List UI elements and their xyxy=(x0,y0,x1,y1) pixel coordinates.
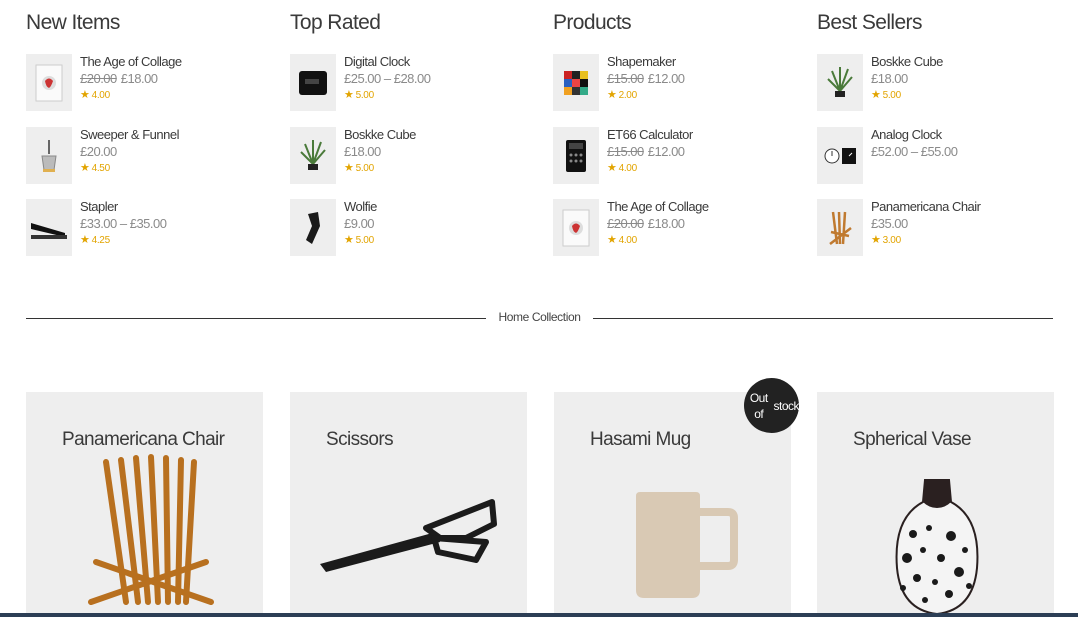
product-rating: ★ 4.25 xyxy=(80,234,110,246)
product-name[interactable]: The Age of Collage xyxy=(80,53,270,70)
widget-title: Products xyxy=(553,11,632,34)
list-item[interactable]: Analog Clock £52.00 – £55.00 xyxy=(817,127,1067,185)
star-icon: ★ xyxy=(344,162,354,174)
chair-icon[interactable] xyxy=(817,199,863,256)
product-name[interactable]: Wolfie xyxy=(344,198,534,215)
product-name[interactable]: Panamericana Chair xyxy=(871,198,1061,215)
widget-title: Top Rated xyxy=(290,11,381,34)
product-rating: ★ 2.00 xyxy=(607,89,637,101)
star-icon: ★ xyxy=(80,234,90,246)
bottom-bar xyxy=(0,613,1078,617)
star-icon: ★ xyxy=(871,234,881,246)
widget-products: Products Shapemaker £15.00 £12.00 ★ 2.00 E… xyxy=(553,8,803,256)
product-name[interactable]: Digital Clock xyxy=(344,53,534,70)
product-price: £20.00 £18.00 xyxy=(607,216,685,231)
list-item[interactable]: Boskke Cube £18.00 ★ 5.00 xyxy=(817,54,1067,112)
product-card-title[interactable]: Scissors xyxy=(326,429,394,451)
stapler-icon[interactable] xyxy=(26,199,72,256)
product-price: £18.00 xyxy=(871,71,908,86)
list-item[interactable]: Stapler £33.00 – £35.00 ★ 4.25 xyxy=(26,199,276,257)
product-card-title[interactable]: Panamericana Chair xyxy=(62,429,225,451)
product-price: £25.00 – £28.00 xyxy=(344,71,431,86)
widget-title: New Items xyxy=(26,11,120,34)
mug-icon xyxy=(636,492,738,598)
product-rating: ★ 4.00 xyxy=(80,89,110,101)
product-rating: ★ 4.50 xyxy=(80,162,110,174)
product-rating: ★ 4.00 xyxy=(607,162,637,174)
product-rating: ★ 5.00 xyxy=(344,162,374,174)
product-price: £52.00 – £55.00 xyxy=(871,144,958,159)
product-name[interactable]: Sweeper & Funnel xyxy=(80,126,270,143)
product-name[interactable]: Shapemaker xyxy=(607,53,797,70)
product-rating: ★ 5.00 xyxy=(344,234,374,246)
list-item[interactable]: Boskke Cube £18.00 ★ 5.00 xyxy=(290,127,540,185)
product-rating: ★ 5.00 xyxy=(344,89,374,101)
product-price: £35.00 xyxy=(871,216,908,231)
funnel-icon[interactable] xyxy=(26,127,72,184)
list-item[interactable]: The Age of Collage £20.00 £18.00 ★ 4.00 xyxy=(553,199,803,257)
product-name[interactable]: Boskke Cube xyxy=(871,53,1061,70)
plant-cube-icon[interactable] xyxy=(817,54,863,111)
star-icon: ★ xyxy=(607,234,617,246)
widget-best-sellers: Best Sellers Boskke Cube £18.00 ★ 5.00 An… xyxy=(817,8,1067,256)
product-price: £9.00 xyxy=(344,216,375,231)
calculator-icon[interactable] xyxy=(553,127,599,184)
product-card[interactable]: Scissors xyxy=(290,392,527,617)
vase-icon xyxy=(895,479,979,616)
list-item[interactable]: Digital Clock £25.00 – £28.00 ★ 5.00 xyxy=(290,54,540,112)
star-icon: ★ xyxy=(80,162,90,174)
star-icon: ★ xyxy=(344,234,354,246)
star-icon: ★ xyxy=(80,89,90,101)
product-name[interactable]: The Age of Collage xyxy=(607,198,797,215)
product-name[interactable]: Boskke Cube xyxy=(344,126,534,143)
product-price: £20.00 £18.00 xyxy=(80,71,158,86)
book-collage-icon[interactable] xyxy=(553,199,599,256)
digital-clock-icon[interactable] xyxy=(290,54,336,111)
star-icon: ★ xyxy=(871,89,881,101)
list-item[interactable]: Panamericana Chair £35.00 ★ 3.00 xyxy=(817,199,1067,257)
wolfie-icon[interactable] xyxy=(290,199,336,256)
product-card-title[interactable]: Spherical Vase xyxy=(853,429,972,451)
product-price: £15.00 £12.00 xyxy=(607,144,685,159)
list-item[interactable]: ET66 Calculator £15.00 £12.00 ★ 4.00 xyxy=(553,127,803,185)
product-card[interactable]: Panamericana Chair xyxy=(26,392,263,617)
scissors-icon xyxy=(320,499,497,572)
product-price: £15.00 £12.00 xyxy=(607,71,685,86)
product-name[interactable]: ET66 Calculator xyxy=(607,126,797,143)
star-icon: ★ xyxy=(607,162,617,174)
widget-new-items: New Items The Age of Collage £20.00 £18.0… xyxy=(26,8,276,256)
list-item[interactable]: The Age of Collage £20.00 £18.00 ★ 4.00 xyxy=(26,54,276,112)
list-item[interactable]: Wolfie £9.00 ★ 5.00 xyxy=(290,199,540,257)
product-card-title[interactable]: Hasami Mug xyxy=(590,429,691,451)
widget-top-rated: Top Rated Digital Clock £25.00 – £28.00 … xyxy=(290,8,540,256)
plant-cube-icon[interactable] xyxy=(290,127,336,184)
wooden-chair-icon xyxy=(88,454,214,605)
section-divider: Home Collection xyxy=(26,308,1053,328)
divider-label: Home Collection xyxy=(26,310,1053,324)
product-name[interactable]: Stapler xyxy=(80,198,270,215)
product-widgets: New Items The Age of Collage £20.00 £18.0… xyxy=(0,0,1078,280)
product-price: £20.00 xyxy=(80,144,117,159)
product-price: £18.00 xyxy=(344,144,381,159)
product-name[interactable]: Analog Clock xyxy=(871,126,1061,143)
analog-clock-icon[interactable] xyxy=(817,127,863,184)
product-rating: ★ 4.00 xyxy=(607,234,637,246)
shapemaker-icon[interactable] xyxy=(553,54,599,111)
product-rating: ★ 3.00 xyxy=(871,234,901,246)
list-item[interactable]: Shapemaker £15.00 £12.00 ★ 2.00 xyxy=(553,54,803,112)
out-of-stock-badge: Out of stock xyxy=(744,378,799,433)
book-collage-icon[interactable] xyxy=(26,54,72,111)
star-icon: ★ xyxy=(607,89,617,101)
product-card[interactable]: Spherical Vase xyxy=(817,392,1054,617)
list-item[interactable]: Sweeper & Funnel £20.00 ★ 4.50 xyxy=(26,127,276,185)
widget-title: Best Sellers xyxy=(817,11,922,34)
product-price: £33.00 – £35.00 xyxy=(80,216,167,231)
star-icon: ★ xyxy=(344,89,354,101)
product-rating: ★ 5.00 xyxy=(871,89,901,101)
